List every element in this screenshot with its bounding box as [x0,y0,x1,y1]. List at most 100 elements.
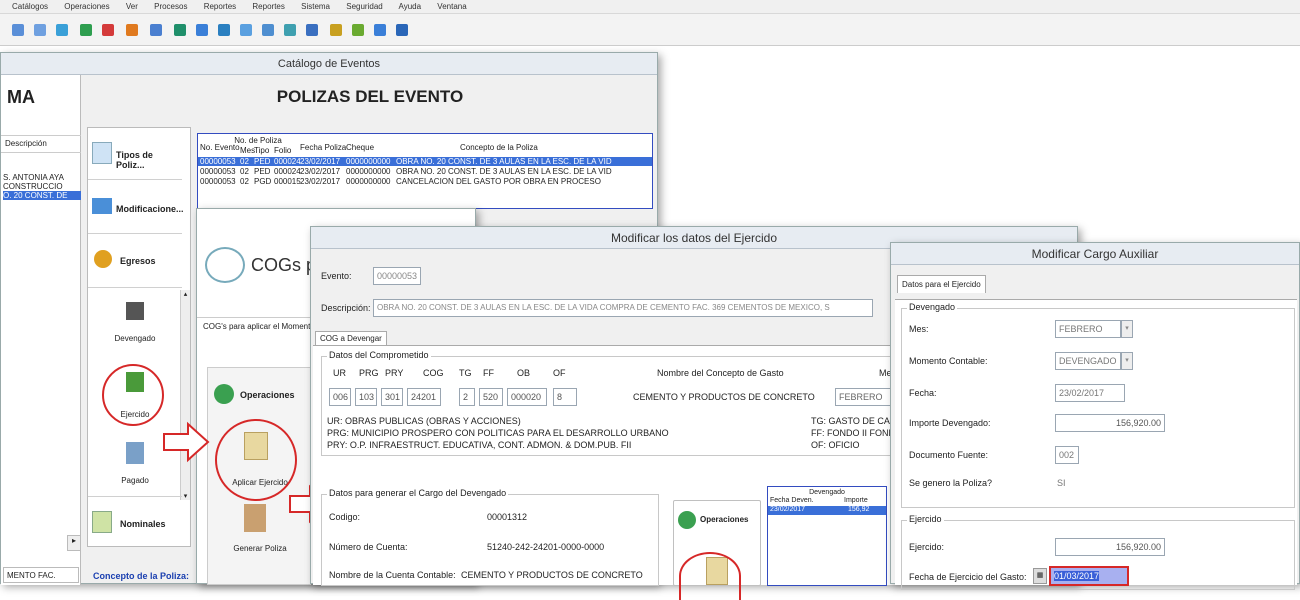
calendar-icon[interactable] [262,24,274,36]
importe-field[interactable]: 156,920.00 [1055,414,1165,432]
document-icon[interactable] [306,24,318,36]
col-header: Importe [844,497,868,504]
generar-poliza-icon [244,504,266,532]
table-icon[interactable] [284,24,296,36]
subitem-pagado[interactable]: Pagado [88,476,182,485]
col-header: No. Evento [200,143,240,152]
tab-content: Devengado Mes: FEBRERO ▾ Momento Contabl… [895,299,1297,590]
money-icon[interactable] [174,24,186,36]
cell: 02 [240,167,249,176]
cell: 156,92 [848,506,870,513]
pry-field[interactable]: 301 [381,388,403,406]
of-field[interactable]: 8 [553,388,577,406]
descripcion-field[interactable]: OBRA NO. 20 CONST. DE 3 AULAS EN LA ESC.… [373,299,873,317]
menu-sistema[interactable]: Sistema [301,2,330,11]
chart-icon [92,198,112,214]
exit-icon[interactable] [396,24,408,36]
chart-icon[interactable] [80,24,92,36]
mes-field[interactable]: FEBRERO [835,388,895,406]
pagado-icon [126,442,144,464]
filter-icon[interactable] [56,24,68,36]
sidebar-item-egresos[interactable]: Egresos [88,236,182,288]
users-icon[interactable] [352,24,364,36]
sidebar-item-label: Nominales [120,519,166,529]
menu-reportes-2[interactable]: Reportes [252,2,284,11]
sidebar-item-nominales[interactable]: Nominales [88,496,182,548]
highlight-circle [679,552,741,600]
polizas-table: No. de Poliza No. Evento Mes Tipo Folio … [197,133,653,209]
chevron-down-icon[interactable]: ▾ [181,492,190,500]
menu-ver[interactable]: Ver [126,2,138,11]
documento-field[interactable]: 002 [1055,446,1079,464]
cart-icon[interactable] [240,24,252,36]
cell: 000024 [274,157,301,166]
calendar-icon[interactable]: ▦ [1033,568,1047,584]
menu-reportes[interactable]: Reportes [204,2,236,11]
generar-poliza-button[interactable]: Generar Poliza [208,544,312,553]
grid-icon[interactable] [12,24,24,36]
chevron-down-icon[interactable]: ▾ [1121,352,1133,370]
menu-operaciones[interactable]: Operaciones [64,2,109,11]
ob-field[interactable]: 000020 [507,388,547,406]
prg-field[interactable]: 103 [355,388,377,406]
window-title: Catálogo de Eventos [1,53,657,75]
col-header: Mes [240,146,256,155]
col-header: Fecha Poliza [300,143,347,152]
table-row-selected[interactable]: 00000053 02 PED 000024 23/02/2017 000000… [198,157,652,166]
sidebar-scrollbar[interactable]: ▴ ▾ [180,290,190,500]
cell: 23/02/2017 [300,157,341,166]
table-row-selected[interactable]: 23/02/2017 156,92 [768,506,886,515]
list-item[interactable]: S. ANTONIA AYA [3,173,81,182]
cell: 23/02/2017 [770,506,806,513]
chevron-up-icon[interactable]: ▴ [181,290,190,298]
evento-field[interactable]: 00000053 [373,267,421,285]
sidebar-item-modificaciones[interactable]: Modificacione... [88,182,184,234]
bag-icon[interactable] [126,24,138,36]
mes-select[interactable]: FEBRERO [1055,320,1121,338]
ur-field[interactable]: 006 [329,388,351,406]
currency-icon[interactable] [196,24,208,36]
ejercido-field[interactable]: 156,920.00 [1055,538,1165,556]
cell: PED [254,167,271,176]
fecha-ejercicio-field[interactable]: 01/03/2017 [1049,566,1129,586]
subitem-devengado[interactable]: Devengado [88,334,182,343]
fecha-field[interactable]: 23/02/2017 [1055,384,1125,402]
sidebar-item-label: Egresos [120,256,156,266]
list-icon[interactable] [34,24,46,36]
cell: 000024 [274,167,301,176]
cell: 23/02/2017 [300,167,341,176]
col-ob: OB [517,368,531,378]
menu-ventana[interactable]: Ventana [437,2,466,11]
ff-field[interactable]: 520 [479,388,503,406]
chevron-down-icon[interactable]: ▾ [1121,320,1133,338]
ejercido-label: Ejercido: [909,542,945,552]
tab-cog-devengar[interactable]: COG a Devengar [315,331,387,345]
tab-datos-ejercido[interactable]: Datos para el Ejercido [897,275,986,293]
table-row[interactable]: 00000053 02 PGD 000015 23/02/2017 000000… [198,177,652,186]
momento-select[interactable]: DEVENGADO [1055,352,1121,370]
nombre-concepto-value: CEMENTO Y PRODUCTOS DE CONCRETO [633,392,815,402]
menu-catalogos[interactable]: Catálogos [12,2,48,11]
scroll-right-icon[interactable]: ▸ [67,535,81,551]
report-icon[interactable] [374,24,386,36]
menu-ayuda[interactable]: Ayuda [399,2,422,11]
fecha-label: Fecha: [909,388,937,398]
menu-procesos[interactable]: Procesos [154,2,187,11]
menu-seguridad[interactable]: Seguridad [346,2,382,11]
list-item[interactable]: CONSTRUCCIO [3,182,81,191]
poliza-value: SI [1057,478,1066,488]
comprometido-legend: Datos del Comprometido [327,350,431,360]
tg-field[interactable]: 2 [459,388,475,406]
cog-field[interactable]: 24201 [407,388,441,406]
operaciones-label: Operaciones [240,390,295,400]
left-header: MA [7,87,35,107]
pin-icon[interactable] [218,24,230,36]
cell: 00000053 [200,177,236,186]
book-icon[interactable] [150,24,162,36]
list-item-selected[interactable]: O. 20 CONST. DE [3,191,81,200]
dollar-icon[interactable] [102,24,114,36]
sidebar-item-tipos-poliza[interactable]: Tipos de Poliz... [88,128,182,180]
settings-icon[interactable] [330,24,342,36]
descripcion-label: Descripción: [321,303,371,313]
table-row[interactable]: 00000053 02 PED 000024 23/02/2017 000000… [198,167,652,176]
